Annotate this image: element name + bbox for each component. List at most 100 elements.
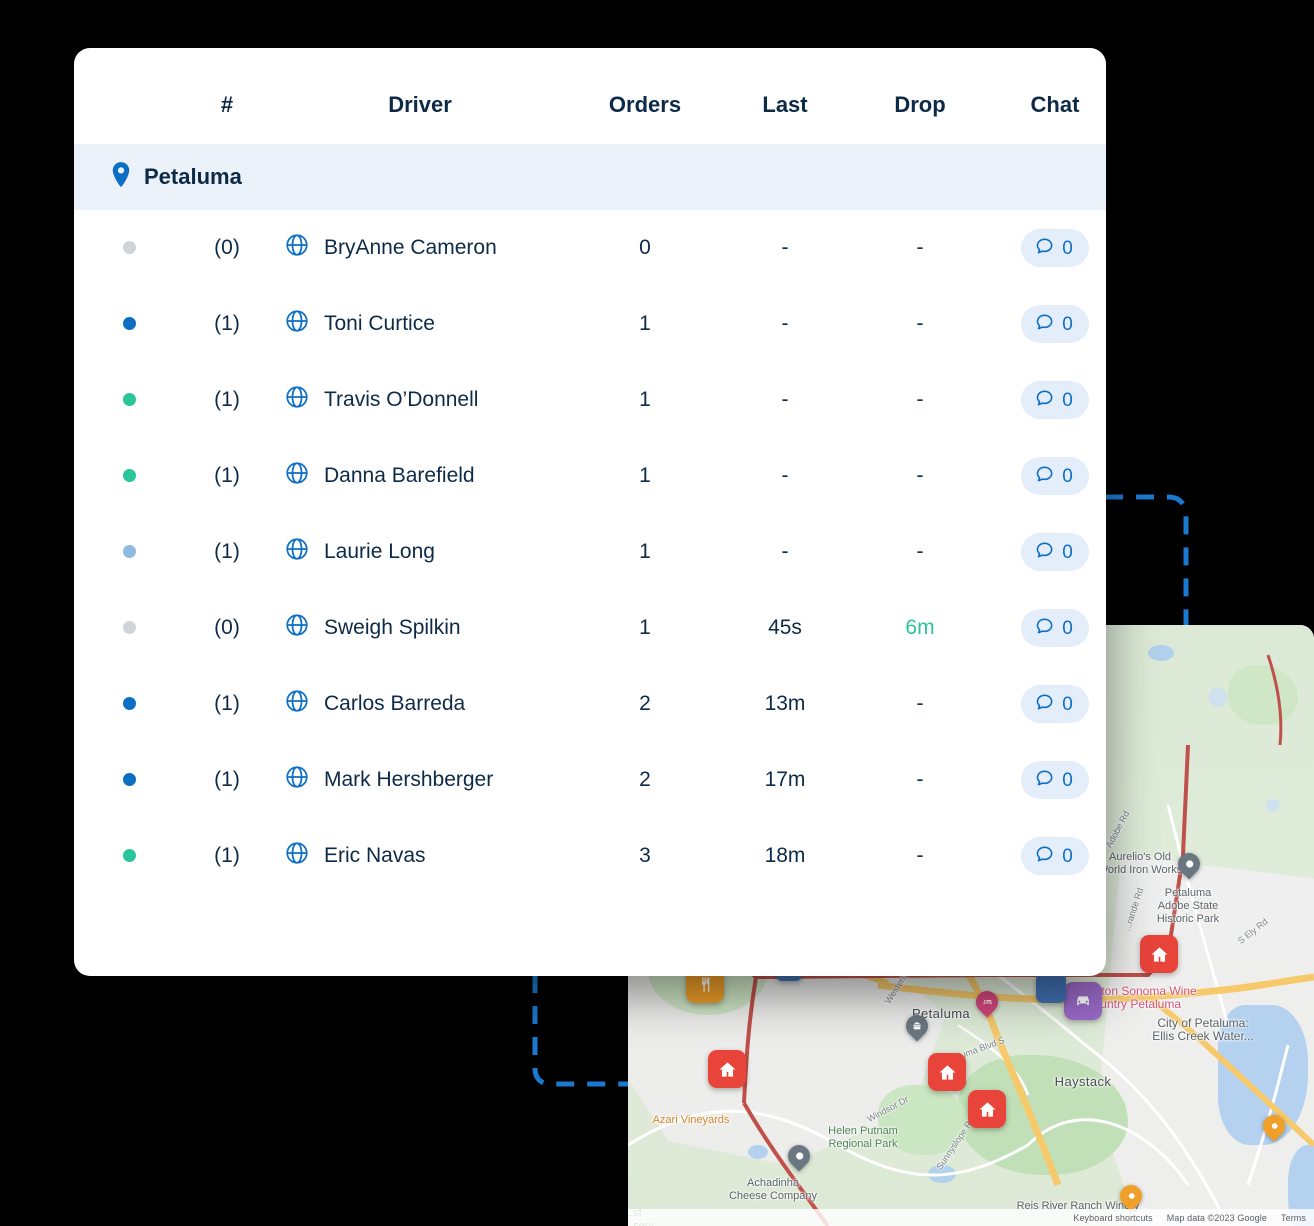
- drop-value: -: [916, 464, 924, 487]
- map-marker-home[interactable]: [1140, 935, 1178, 973]
- row-driver[interactable]: Eric Navas: [270, 818, 570, 894]
- row-driver[interactable]: Toni Curtice: [270, 286, 570, 362]
- map-pin-aurelios[interactable]: [1173, 848, 1205, 883]
- row-driver[interactable]: Mark Hershberger: [270, 742, 570, 818]
- chat-pill[interactable]: 0: [1021, 457, 1089, 495]
- chat-count: 0: [1062, 693, 1073, 715]
- map-marker-store[interactable]: [1036, 973, 1066, 1003]
- row-chat[interactable]: 0: [990, 210, 1106, 286]
- column-header-chat[interactable]: Chat: [990, 48, 1106, 144]
- status-dot: [122, 241, 136, 254]
- row-driver[interactable]: Travis O’Donnell: [270, 362, 570, 438]
- row-chat[interactable]: 0: [990, 818, 1106, 894]
- chat-pill[interactable]: 0: [1021, 837, 1089, 875]
- globe-icon: [284, 764, 310, 796]
- row-driver[interactable]: BryAnne Cameron: [270, 210, 570, 286]
- row-chat[interactable]: 0: [990, 362, 1106, 438]
- row-index: (0): [214, 236, 240, 259]
- row-last: -: [781, 312, 789, 335]
- row-chat[interactable]: 0: [990, 742, 1106, 818]
- map-marker-home[interactable]: [968, 1090, 1006, 1128]
- chat-pill[interactable]: 0: [1021, 685, 1089, 723]
- row-drop: -: [850, 514, 990, 590]
- row-driver[interactable]: Sweigh Spilkin: [270, 590, 570, 666]
- map-terms-link[interactable]: Terms: [1281, 1213, 1306, 1223]
- globe-icon: [284, 308, 310, 340]
- drivers-panel: # Driver Orders Last Drop Chat Petaluma (…: [74, 48, 1106, 976]
- status-dot: [122, 773, 136, 786]
- column-header-last[interactable]: Last: [720, 48, 850, 144]
- table-header: # Driver Orders Last Drop Chat: [74, 48, 1106, 144]
- status-dot: [122, 697, 136, 710]
- row-chat[interactable]: 0: [990, 286, 1106, 362]
- map-marker-home[interactable]: [928, 1053, 966, 1091]
- row-driver[interactable]: Laurie Long: [270, 514, 570, 590]
- column-header-driver[interactable]: Driver: [270, 48, 570, 144]
- row-last: 45s: [768, 616, 802, 639]
- driver-name: Laurie Long: [324, 540, 435, 563]
- globe-icon: [284, 840, 310, 872]
- map-pin-water-facility[interactable]: [901, 1010, 933, 1045]
- map-pin-winery[interactable]: [1258, 1110, 1290, 1145]
- row-index: (1): [214, 692, 240, 715]
- group-row[interactable]: Petaluma: [74, 144, 1106, 210]
- driver-name: Eric Navas: [324, 844, 426, 867]
- table-row[interactable]: (1) Travis O’Donnell 1 - - 0: [74, 362, 1106, 438]
- column-header-number[interactable]: #: [184, 48, 270, 144]
- column-header-orders[interactable]: Orders: [570, 48, 720, 144]
- chat-bubble-icon: [1035, 464, 1055, 488]
- globe-icon: [284, 384, 310, 416]
- row-driver[interactable]: Danna Barefield: [270, 438, 570, 514]
- connector-bottom-left: [532, 975, 628, 1087]
- column-header-status: [74, 48, 184, 144]
- map-marker-vehicle[interactable]: [1064, 982, 1102, 1020]
- row-last: -: [781, 540, 789, 563]
- row-chat[interactable]: 0: [990, 438, 1106, 514]
- chat-pill[interactable]: 0: [1021, 229, 1089, 267]
- row-drop: -: [850, 438, 990, 514]
- row-orders: 3: [639, 844, 651, 867]
- chat-pill[interactable]: 0: [1021, 609, 1089, 647]
- drop-value: -: [916, 692, 924, 715]
- driver-name: Danna Barefield: [324, 464, 475, 487]
- row-last: 18m: [764, 844, 806, 867]
- row-last: -: [781, 464, 789, 487]
- row-driver[interactable]: Carlos Barreda: [270, 666, 570, 742]
- map-pin-achadinha[interactable]: [783, 1140, 815, 1175]
- table-row[interactable]: (0) Sweigh Spilkin 1 45s 6m 0: [74, 590, 1106, 666]
- map-marker-home[interactable]: [708, 1050, 746, 1088]
- table-row[interactable]: (0) BryAnne Cameron 0 - - 0: [74, 210, 1106, 286]
- chat-bubble-icon: [1035, 692, 1055, 716]
- table-row[interactable]: (1) Laurie Long 1 - - 0: [74, 514, 1106, 590]
- table-row[interactable]: (1) Carlos Barreda 2 13m - 0: [74, 666, 1106, 742]
- drop-value: -: [916, 844, 924, 867]
- row-status: [74, 742, 184, 818]
- table-row[interactable]: (1) Eric Navas 3 18m - 0: [74, 818, 1106, 894]
- row-orders: 1: [639, 464, 651, 487]
- column-header-drop[interactable]: Drop: [850, 48, 990, 144]
- driver-name: Carlos Barreda: [324, 692, 466, 715]
- drop-value: -: [916, 236, 924, 259]
- status-dot: [122, 317, 136, 330]
- map-keyboard-shortcuts[interactable]: Keyboard shortcuts: [1073, 1213, 1152, 1223]
- globe-icon: [284, 612, 310, 644]
- table-row[interactable]: (1) Mark Hershberger 2 17m - 0: [74, 742, 1106, 818]
- row-index: (1): [214, 844, 240, 867]
- chat-pill[interactable]: 0: [1021, 305, 1089, 343]
- row-drop: -: [850, 286, 990, 362]
- chat-pill[interactable]: 0: [1021, 533, 1089, 571]
- map-pin-hotel[interactable]: [971, 986, 1003, 1021]
- chat-bubble-icon: [1035, 312, 1055, 336]
- table-row[interactable]: (1) Danna Barefield 1 - - 0: [74, 438, 1106, 514]
- globe-icon: [284, 536, 310, 568]
- row-chat[interactable]: 0: [990, 514, 1106, 590]
- app-canvas: Aurelio's Old World Iron Works Petaluma …: [0, 0, 1314, 1226]
- row-chat[interactable]: 0: [990, 590, 1106, 666]
- row-drop: -: [850, 666, 990, 742]
- chat-pill[interactable]: 0: [1021, 761, 1089, 799]
- chat-pill[interactable]: 0: [1021, 381, 1089, 419]
- table-row[interactable]: (1) Toni Curtice 1 - - 0: [74, 286, 1106, 362]
- row-chat[interactable]: 0: [990, 666, 1106, 742]
- chat-count: 0: [1062, 541, 1073, 563]
- row-drop: -: [850, 210, 990, 286]
